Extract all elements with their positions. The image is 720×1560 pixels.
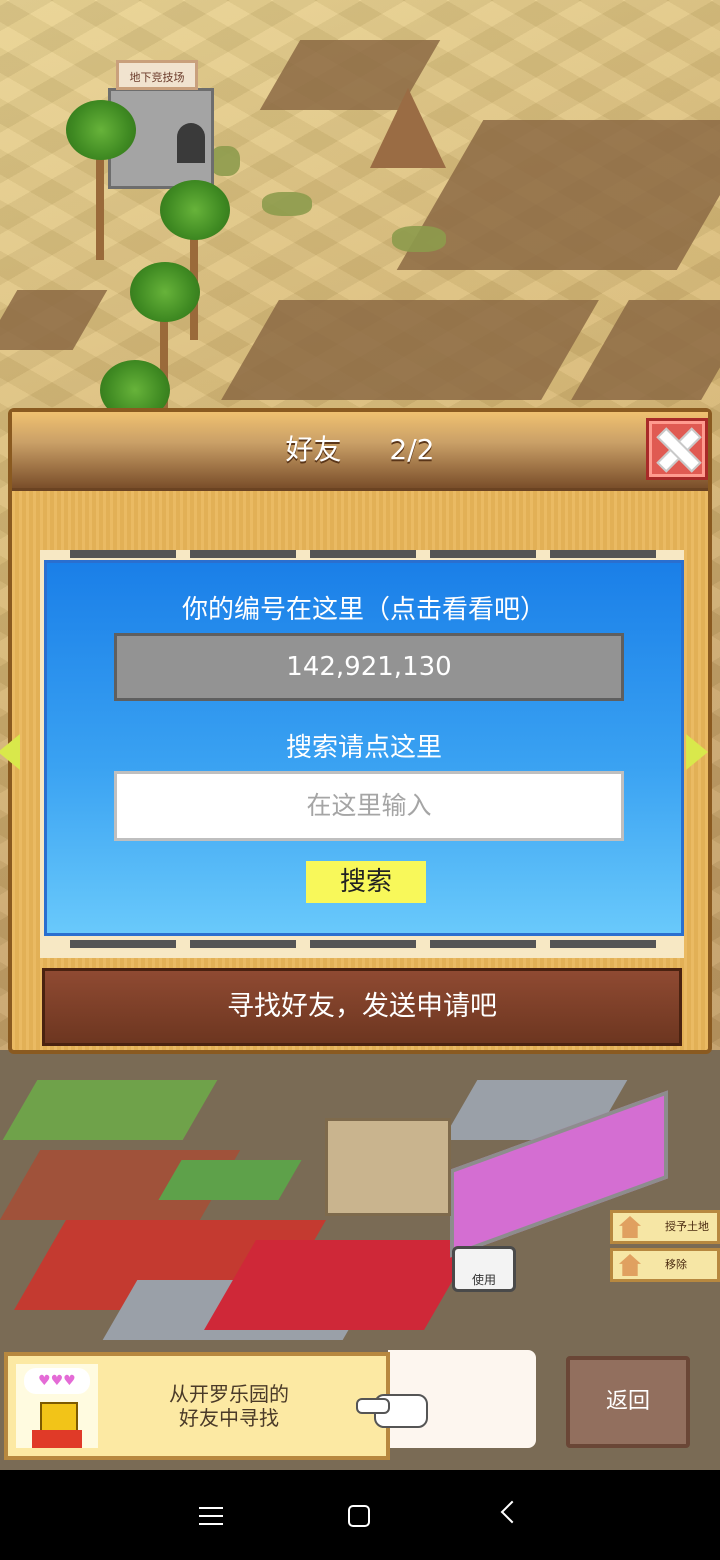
dialog-header: 好友 2/2: [12, 412, 708, 491]
arena-door: [177, 123, 205, 163]
friend-id-search-input[interactable]: 在这里输入: [114, 771, 624, 841]
remove-button[interactable]: 移除: [610, 1248, 720, 1282]
storage-building[interactable]: [325, 1118, 451, 1216]
close-icon: [658, 429, 696, 467]
search-button[interactable]: 搜索: [306, 861, 426, 903]
page-indicator: 2/2: [389, 433, 435, 466]
find-friends-button[interactable]: 寻找好友，发送申请吧: [42, 968, 682, 1046]
banner-line-1: 从开罗乐园的: [169, 1382, 289, 1406]
house-icon: [619, 1216, 641, 1238]
dirt-patch: [0, 290, 108, 350]
house-icon: [619, 1254, 641, 1276]
dialog-title: 好友 2/2: [12, 412, 708, 488]
search-label: 搜索请点这里: [285, 733, 442, 763]
my-id-display[interactable]: 142,921,130: [114, 633, 624, 701]
grass-patch: [210, 146, 240, 176]
remove-label: 移除: [665, 1258, 687, 1271]
banner-line-2: 好友中寻找: [179, 1406, 279, 1430]
my-id-label: 你的编号在这里（点击看看吧）: [181, 595, 546, 625]
dialog-title-text: 好友: [285, 433, 342, 466]
grass-patch: [262, 192, 312, 216]
menu-icon[interactable]: [199, 1507, 223, 1525]
friend-id-card: 你的编号在这里（点击看看吧） 142,921,130 搜索请点这里 在这里输入 …: [44, 560, 684, 936]
banner-text: 从开罗乐园的 好友中寻找: [124, 1382, 334, 1430]
dirt-patch: [221, 300, 599, 400]
hearts-icon: ♥♥♥: [24, 1368, 90, 1394]
pointing-hand-icon: [356, 1388, 428, 1428]
grass-patch: [392, 226, 446, 252]
palm-tree: [66, 100, 136, 270]
close-button[interactable]: [646, 418, 708, 480]
home-icon[interactable]: [348, 1505, 370, 1527]
next-page-arrow-icon[interactable]: [686, 734, 708, 770]
back-button[interactable]: 返回: [566, 1356, 690, 1448]
find-from-friends-banner[interactable]: ♥♥♥ 从开罗乐园的 好友中寻找: [4, 1352, 390, 1460]
prev-page-arrow-icon[interactable]: [0, 734, 20, 770]
avatar-box: ♥♥♥: [16, 1364, 98, 1448]
grant-land-label: 授予土地: [665, 1220, 709, 1233]
rock-mountain: [370, 88, 446, 168]
arena-sign: 地下竞技场: [116, 60, 198, 90]
crop-field: [2, 1080, 218, 1140]
grant-land-button[interactable]: 授予土地: [610, 1210, 720, 1244]
avatar-body: [32, 1430, 82, 1448]
use-button[interactable]: 使用: [452, 1246, 516, 1292]
crop-field: [158, 1160, 302, 1200]
dirt-patch: [571, 300, 720, 400]
friends-dialog: 好友 2/2 你的编号在这里（点击看看吧） 142,921,130 搜索请点这里…: [0, 408, 712, 1054]
